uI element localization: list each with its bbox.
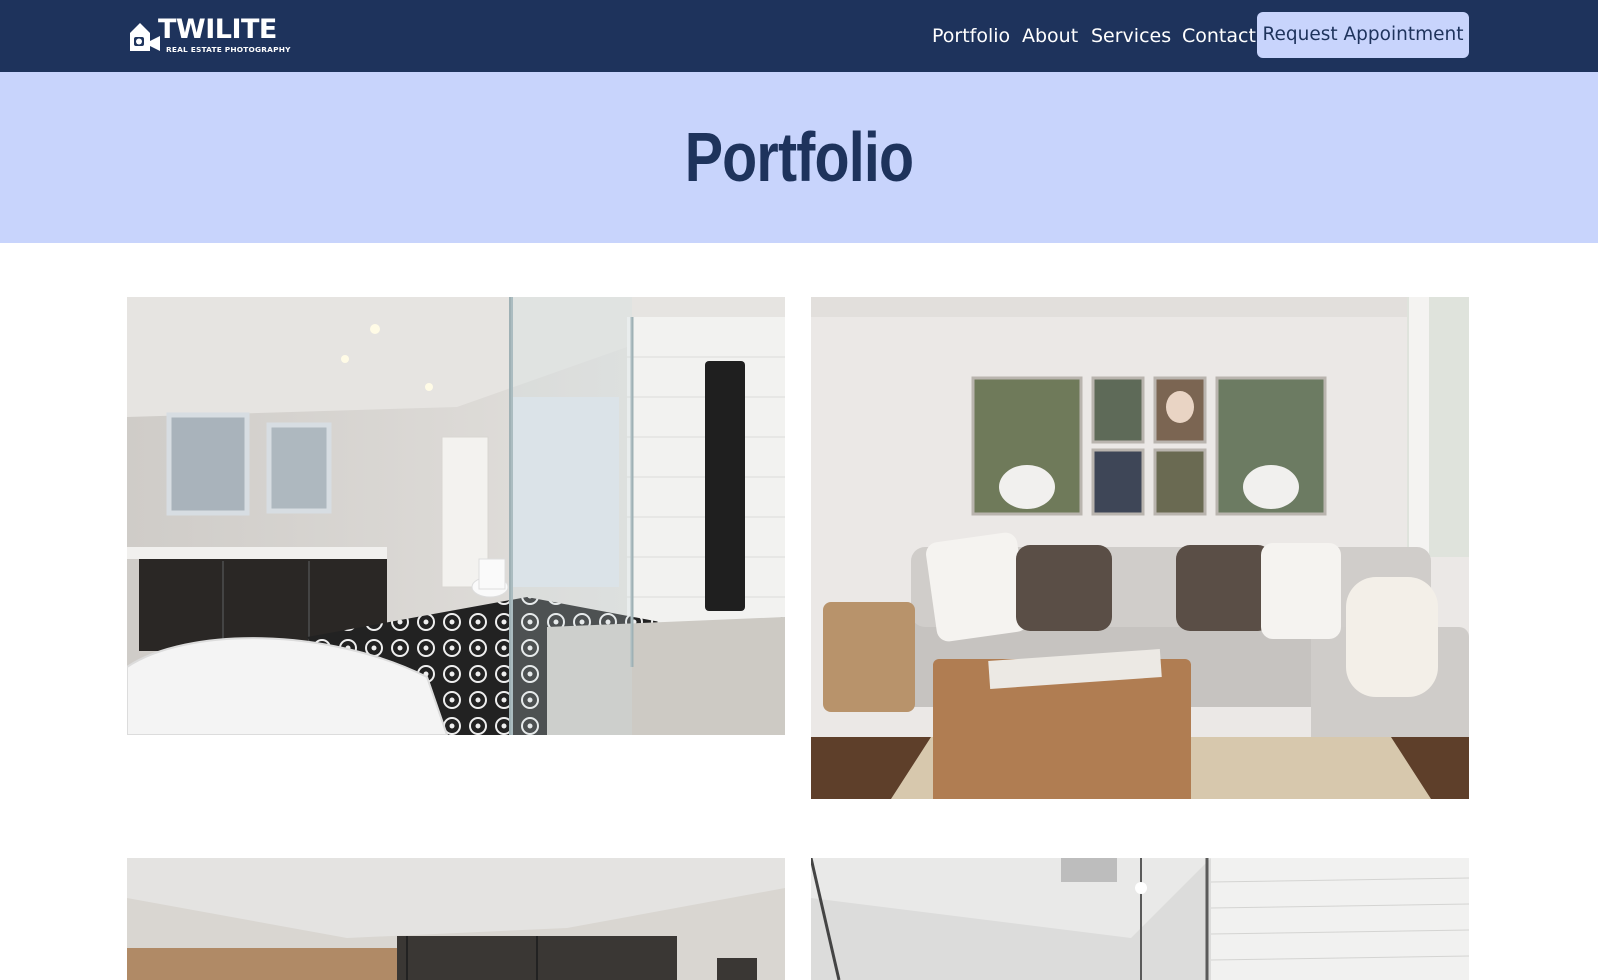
bedroom-photo[interactable] [127,858,785,980]
nav-link-portfolio[interactable]: Portfolio [932,24,1010,48]
brand-name: TWILITE [158,14,277,45]
page-title: Portfolio [684,118,914,196]
house-camera-icon [130,23,160,51]
shower-image [811,858,1469,980]
nav-link-services[interactable]: Services [1091,24,1171,48]
top-navigation: TWILITE REAL ESTATE PHOTOGRAPHY Portfoli… [0,0,1598,72]
nav-link-about[interactable]: About [1022,24,1078,48]
brand-logo[interactable]: TWILITE REAL ESTATE PHOTOGRAPHY [128,14,298,55]
nav-link-contact[interactable]: Contact [1182,24,1256,48]
request-appointment-button[interactable]: Request Appointment [1257,12,1469,58]
living-room-image [811,297,1469,799]
brand-tagline: REAL ESTATE PHOTOGRAPHY [166,45,291,54]
bedroom-image [127,858,785,980]
shower-photo[interactable] [811,858,1469,980]
page-hero: Portfolio [0,72,1598,243]
bathroom-photo[interactable] [127,297,785,735]
living-room-photo[interactable] [811,297,1469,799]
bathroom-image [127,297,785,735]
